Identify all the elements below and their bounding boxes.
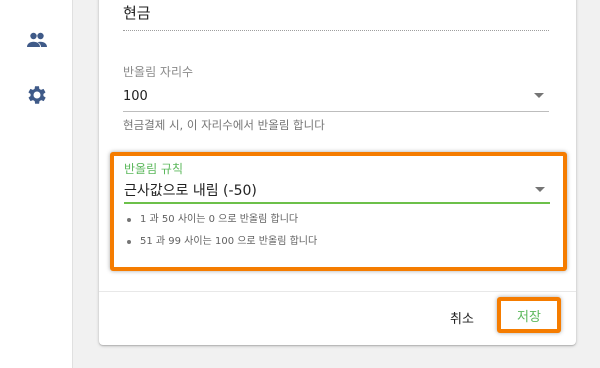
chevron-down-icon[interactable] — [535, 187, 545, 192]
gear-icon[interactable] — [25, 83, 49, 107]
users-icon[interactable] — [25, 28, 49, 52]
rounding-digits-label: 반올림 자리수 — [123, 65, 194, 79]
rounding-digits-hint: 현금결제 시, 이 자리수에서 반올림 합니다 — [123, 118, 325, 132]
cancel-button[interactable]: 취소 — [437, 305, 487, 329]
rounding-rule-label: 반올림 규칙 — [124, 162, 184, 176]
rounding-digits-select[interactable]: 100 — [123, 89, 148, 104]
rounding-settings-card: 현금 반올림 자리수 100 현금결제 시, 이 자리수에서 반올림 합니다 반… — [99, 0, 576, 345]
rounding-rule-underline — [124, 202, 550, 204]
payment-method-value: 현금 — [123, 4, 151, 22]
save-button[interactable]: 저장 — [497, 297, 561, 333]
rounding-digits-underline — [123, 111, 549, 112]
chevron-down-icon[interactable] — [534, 93, 544, 98]
rounding-rule-note: 1 과 50 사이는 0 으로 반올림 합니다 — [124, 211, 317, 233]
rounding-rule-field: 반올림 규칙 근사값으로 내림 (-50) 1 과 50 사이는 0 으로 반올… — [110, 152, 567, 271]
rounding-rule-notes: 1 과 50 사이는 0 으로 반올림 합니다 51 과 99 사이는 100 … — [124, 211, 317, 255]
payment-method-underline — [123, 30, 549, 31]
rounding-rule-note: 51 과 99 사이는 100 으로 반올림 합니다 — [124, 233, 317, 255]
rounding-rule-note-text: 51 과 99 사이는 100 으로 반올림 합니다 — [140, 236, 318, 247]
footer-divider — [99, 291, 576, 292]
rounding-rule-note-text: 1 과 50 사이는 0 으로 반올림 합니다 — [140, 214, 299, 225]
rounding-rule-select[interactable]: 근사값으로 내림 (-50) — [124, 180, 257, 200]
sidebar — [0, 0, 73, 368]
bullet-icon — [127, 240, 131, 244]
bullet-icon — [127, 218, 131, 222]
